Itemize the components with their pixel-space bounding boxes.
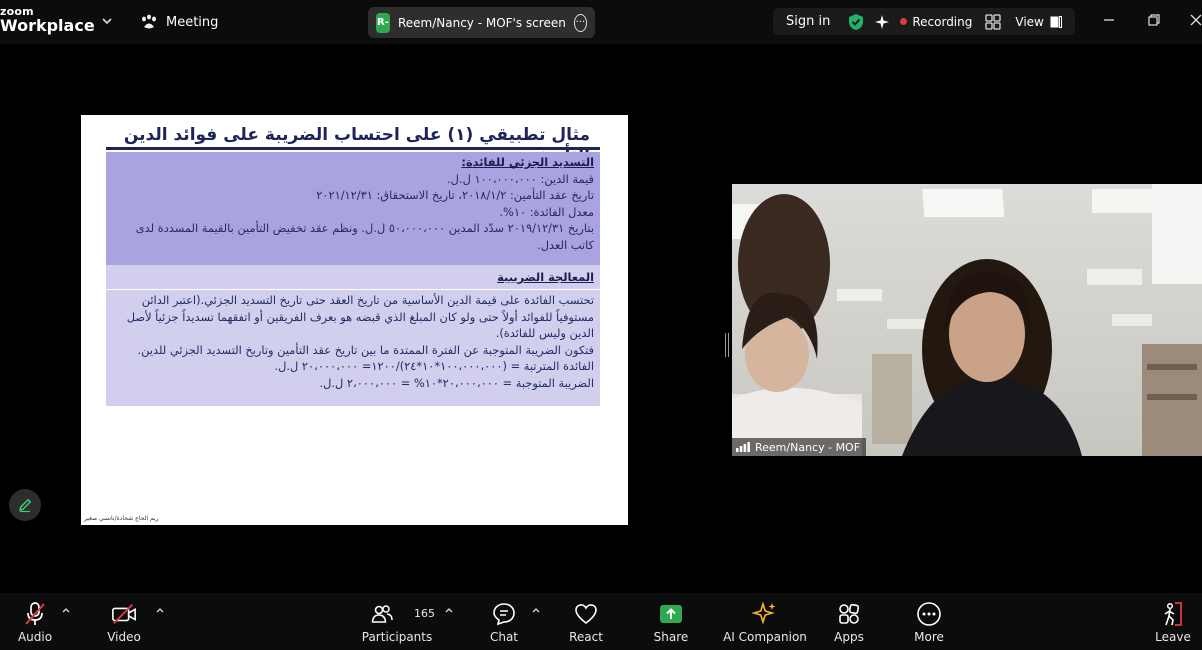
microphone-muted-icon — [22, 601, 48, 627]
recording-dot-icon — [900, 18, 908, 25]
chat-bubble-icon — [491, 601, 517, 627]
sign-in-button[interactable]: Sign in — [786, 14, 830, 29]
share-button[interactable]: Share — [652, 593, 690, 650]
block-heading: المعالجة الضريبية — [497, 270, 594, 284]
share-label: Share — [653, 630, 689, 644]
participants-count: 165 — [414, 607, 435, 620]
top-right-controls: Sign in Recording View — [773, 8, 1075, 35]
video-button[interactable]: Video — [102, 593, 146, 650]
leave-label: Leave — [1155, 630, 1191, 644]
audio-options-caret-icon[interactable] — [62, 606, 70, 614]
more-label: More — [914, 630, 944, 644]
paw-icon — [142, 14, 156, 29]
block-line: فتكون الضريبة المتوجبة عن الفترة الممتدة… — [137, 342, 594, 357]
meeting-toolbar: Audio Video Participants 165 Chat React … — [0, 593, 1202, 650]
signal-strength-icon — [736, 442, 750, 452]
apps-label: Apps — [834, 630, 864, 644]
meeting-menu-button[interactable]: Meeting — [140, 10, 218, 34]
block-line: الفائدة المترتبة = (١٠٠،٠٠٠،٠٠٠*١٠*٢٤)/١… — [274, 359, 595, 374]
share-title: Reem/Nancy - MOF's screen — [397, 15, 566, 30]
video-label: Video — [107, 630, 141, 644]
block-line: بتاريخ ٢٠١٩/١٢/٣١ سدّد المدين ٥٠،٠٠٠،٠٠٠… — [135, 221, 594, 252]
react-label: React — [569, 630, 603, 644]
slide-block-tax-treatment: تحتسب الفائدة على قيمة الدين الأساسية من… — [106, 290, 600, 406]
slide-block-tax-treatment-heading: المعالجة الضريبية — [106, 265, 600, 289]
block-line: معدل الفائدة: ١٠%. — [499, 204, 594, 219]
shared-screen-view[interactable]: مثال تطبيقي (١) على احتساب الضريبة على ف… — [0, 115, 720, 525]
screen-share-pill[interactable]: R- Reem/Nancy - MOF's screen ··· — [368, 7, 595, 38]
heart-icon — [573, 601, 599, 627]
block-line: تحتسب الفائدة على قيمة الدين الأساسية من… — [126, 293, 594, 341]
block-line: الضريبة المتوجبة = ٢٠،٠٠٠،٠٠٠*١٠% = ٢،٠٠… — [319, 375, 594, 390]
recording-indicator[interactable]: Recording — [912, 15, 972, 29]
slide-title-rule — [106, 147, 600, 150]
participant-name: Reem/Nancy - MOF — [755, 440, 861, 454]
more-button[interactable]: More — [911, 593, 947, 650]
grid-icon[interactable] — [985, 13, 1002, 30]
participants-icon — [369, 601, 395, 627]
video-options-caret-icon[interactable] — [156, 606, 164, 614]
participants-button[interactable]: Participants — [361, 593, 433, 650]
chat-label: Chat — [489, 630, 519, 644]
view-layout-icon[interactable] — [1050, 15, 1062, 28]
block-heading: التسديد الجزئي للفائدة: — [461, 155, 594, 169]
leave-door-icon — [1160, 601, 1186, 627]
ai-companion-label: AI Companion — [723, 630, 807, 644]
block-line: قيمة الدين: ١٠٠،٠٠٠،٠٠٠ ل.ل. — [447, 171, 594, 186]
chat-options-caret-icon[interactable] — [532, 606, 540, 614]
panel-resize-handle[interactable] — [725, 333, 729, 357]
minimize-icon[interactable] — [1101, 12, 1117, 28]
zoom-workplace-logo: zoom Workplace — [0, 6, 95, 34]
camera-off-icon — [111, 601, 137, 627]
logo-line-2: Workplace — [0, 16, 95, 35]
annotate-button[interactable] — [9, 489, 41, 521]
more-dots-icon — [916, 601, 942, 627]
audio-label: Audio — [17, 630, 53, 644]
share-screen-icon — [658, 601, 684, 627]
chat-button[interactable]: Chat — [486, 593, 522, 650]
participant-nameplate: Reem/Nancy - MOF — [732, 438, 867, 456]
react-button[interactable]: React — [566, 593, 606, 650]
restore-icon[interactable] — [1146, 12, 1162, 28]
more-options-icon[interactable]: ··· — [573, 13, 587, 32]
ai-sparkle-icon — [752, 601, 778, 627]
participants-label: Participants — [361, 630, 433, 644]
apps-icon — [836, 601, 862, 627]
participants-options-caret-icon[interactable] — [445, 606, 453, 614]
ai-companion-button[interactable]: AI Companion — [723, 593, 807, 650]
leave-button[interactable]: Leave — [1154, 593, 1192, 650]
top-bar: zoom Workplace Meeting R- Reem/Nancy - M… — [0, 0, 1202, 44]
audio-button[interactable]: Audio — [14, 593, 56, 650]
block-line: تاريخ عقد التأمين: ٢٠١٨/١/٢، تاريخ الاست… — [316, 188, 594, 203]
slide-block-partial-payment: التسديد الجزئي للفائدة: قيمة الدين: ١٠٠،… — [106, 152, 600, 265]
sharer-avatar-badge: R- — [376, 12, 390, 33]
participant-video-tile[interactable]: Reem/Nancy - MOF — [732, 184, 1202, 456]
meeting-label: Meeting — [166, 14, 219, 30]
close-icon[interactable] — [1188, 12, 1202, 28]
sparkle-icon[interactable] — [874, 14, 890, 30]
chevron-down-icon[interactable] — [100, 14, 114, 28]
presentation-slide: مثال تطبيقي (١) على احتساب الضريبة على ف… — [81, 115, 628, 525]
participant-video-frame — [732, 184, 1202, 456]
apps-button[interactable]: Apps — [832, 593, 866, 650]
slide-footer: ريم الحاج شحادة/نانسي صغير — [84, 515, 159, 522]
shield-check-icon[interactable] — [848, 13, 864, 31]
view-button[interactable]: View — [1015, 15, 1043, 29]
pencil-icon — [19, 498, 32, 513]
